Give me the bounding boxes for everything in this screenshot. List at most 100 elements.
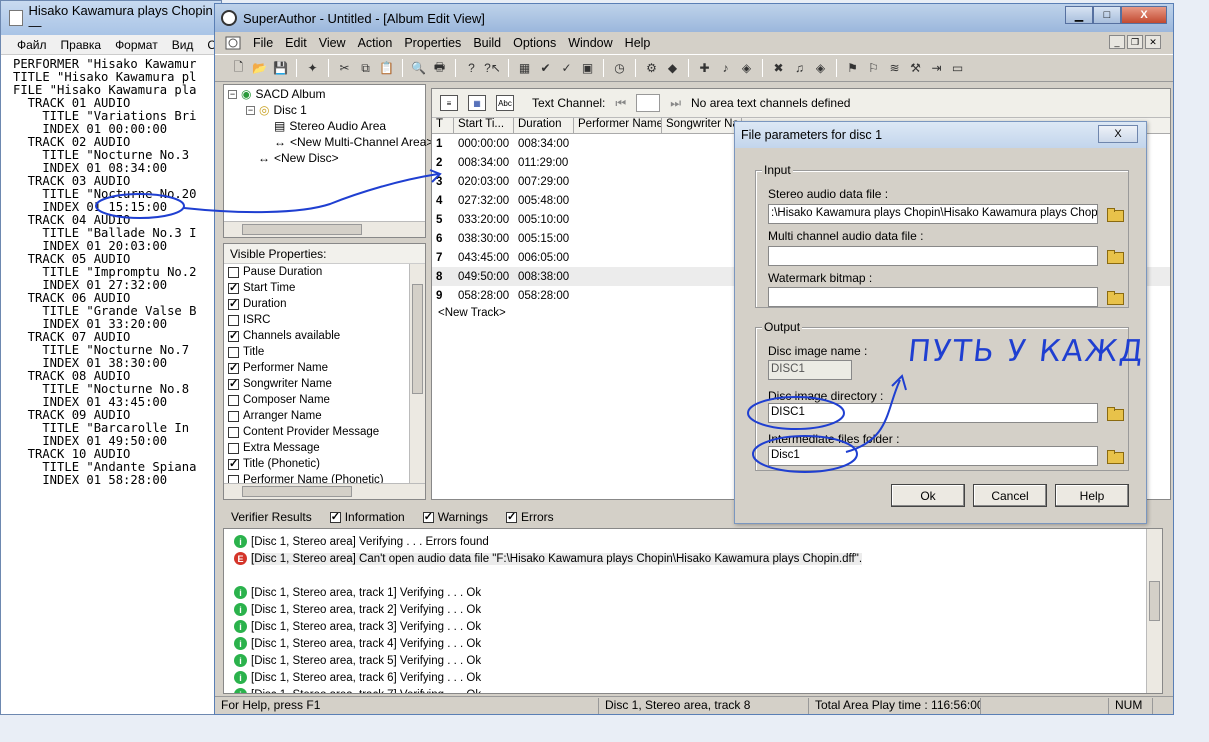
menu-help[interactable]: Help bbox=[619, 36, 657, 50]
verifier-line[interactable]: i [Disc 1, Stereo area, track 3] Verifyin… bbox=[224, 618, 1162, 635]
warnings-checkbox[interactable] bbox=[422, 510, 434, 523]
col-header-track[interactable]: T bbox=[432, 118, 454, 133]
wand-icon[interactable]: ✦ bbox=[303, 59, 322, 78]
dialog-titlebar[interactable]: File parameters for disc 1 X bbox=[735, 122, 1146, 148]
index-edit-icon[interactable]: ⚐ bbox=[864, 59, 883, 78]
notepad-menu-file[interactable]: Файл bbox=[17, 38, 47, 52]
minimize-button[interactable]: ▁ bbox=[1065, 6, 1093, 24]
notepad-menu-edit[interactable]: Правка bbox=[61, 38, 102, 52]
maximize-button[interactable]: □ bbox=[1093, 6, 1121, 24]
menu-window[interactable]: Window bbox=[562, 36, 618, 50]
context-help-icon[interactable]: ?↖ bbox=[483, 59, 502, 78]
grid-view-icon[interactable]: ▦ bbox=[468, 95, 486, 111]
menu-action[interactable]: Action bbox=[352, 36, 399, 50]
notepad-text-area[interactable]: PERFORMER "Hisako Kawamur TITLE "Hisako K… bbox=[1, 55, 221, 705]
properties-vertical-scrollbar[interactable] bbox=[409, 264, 425, 483]
area-icon[interactable]: ◆ bbox=[663, 59, 682, 78]
mdi-minimize-button[interactable]: _ bbox=[1109, 35, 1125, 49]
property-checkbox[interactable] bbox=[228, 377, 239, 390]
check-icon[interactable]: ✓ bbox=[557, 59, 576, 78]
property-checkbox[interactable] bbox=[228, 394, 239, 406]
folder-icon[interactable]: ▭ bbox=[948, 59, 967, 78]
verifier-line[interactable]: i [Disc 1, Stereo area, track 4] Verifyin… bbox=[224, 635, 1162, 652]
property-checkbox[interactable] bbox=[228, 361, 239, 374]
text-channel-field[interactable] bbox=[636, 94, 661, 112]
help-button[interactable]: Help bbox=[1055, 484, 1129, 507]
filter-warnings[interactable]: Warnings bbox=[422, 510, 488, 524]
track-insert-icon[interactable]: ♪ bbox=[716, 59, 735, 78]
notepad-titlebar[interactable]: Hisako Kawamura plays Chopin — bbox=[1, 1, 221, 35]
multichannel-file-input[interactable] bbox=[768, 246, 1098, 266]
browse-multichannel-folder-icon[interactable] bbox=[1106, 248, 1124, 264]
notepad-menu-view[interactable]: Вид bbox=[172, 38, 194, 52]
verifier-line[interactable]: i [Disc 1, Stereo area, track 2] Verifyin… bbox=[224, 601, 1162, 618]
paste-icon[interactable]: 📋 bbox=[377, 59, 396, 78]
index-delete-icon[interactable]: ≋ bbox=[885, 59, 904, 78]
property-checkbox[interactable] bbox=[228, 266, 239, 278]
property-item[interactable]: Title (Phonetic) bbox=[224, 456, 425, 472]
track-merge-icon[interactable]: ◈ bbox=[811, 59, 830, 78]
property-checkbox[interactable] bbox=[228, 297, 239, 310]
help-icon[interactable]: ? bbox=[462, 59, 481, 78]
property-checkbox[interactable] bbox=[228, 314, 239, 326]
tree-item-stereo-area[interactable]: ▤ Stereo Audio Area bbox=[274, 119, 386, 133]
track-move-icon[interactable]: ◈ bbox=[737, 59, 756, 78]
property-checkbox[interactable] bbox=[228, 426, 239, 438]
collapse-icon[interactable]: − bbox=[246, 105, 255, 115]
property-checkbox[interactable] bbox=[228, 281, 239, 294]
build-icon[interactable]: ▣ bbox=[578, 59, 597, 78]
col-header-duration[interactable]: Duration bbox=[514, 118, 574, 133]
property-item[interactable]: Songwriter Name bbox=[224, 376, 425, 392]
dialog-close-button[interactable]: X bbox=[1098, 125, 1138, 143]
tree-item-disc-1[interactable]: − ◎ Disc 1 bbox=[246, 103, 307, 117]
verifier-scrollbar[interactable] bbox=[1146, 529, 1162, 693]
property-checkbox[interactable] bbox=[228, 346, 239, 358]
main-titlebar[interactable]: SuperAuthor - Untitled - [Album Edit Vie… bbox=[215, 4, 1173, 32]
notepad-menu-format[interactable]: Формат bbox=[115, 38, 158, 52]
tree-item-new-disc[interactable]: ↔ <New Disc> bbox=[258, 151, 339, 165]
new-icon[interactable]: 🗋 bbox=[229, 59, 248, 78]
next-channel-icon[interactable]: ⏭ bbox=[670, 96, 681, 111]
menu-properties[interactable]: Properties bbox=[398, 36, 467, 50]
grid-icon[interactable]: ▦ bbox=[515, 59, 534, 78]
track-split-icon[interactable]: ♫ bbox=[790, 59, 809, 78]
intermediate-folder-input[interactable]: Disc1 bbox=[768, 446, 1098, 466]
filter-errors[interactable]: Errors bbox=[505, 510, 554, 524]
open-icon[interactable]: 📂 bbox=[250, 59, 269, 78]
mdi-restore-button[interactable]: ❐ bbox=[1127, 35, 1143, 49]
clock-icon[interactable]: ◷ bbox=[610, 59, 629, 78]
property-item[interactable]: Start Time bbox=[224, 280, 425, 296]
marker-icon[interactable]: ⇥ bbox=[927, 59, 946, 78]
tree-item-new-multichannel[interactable]: ↔ <New Multi-Channel Area> bbox=[274, 135, 433, 149]
property-item[interactable]: Title bbox=[224, 344, 425, 360]
property-checkbox[interactable] bbox=[228, 442, 239, 454]
album-tree[interactable]: − ◉ SACD Album − ◎ Disc 1 ▤ Stereo Audio… bbox=[223, 84, 433, 238]
verifier-line[interactable]: i [Disc 1, Stereo area, track 1] Verifyin… bbox=[224, 584, 1162, 601]
prev-channel-icon[interactable]: ⏮ bbox=[615, 96, 626, 111]
watermark-input[interactable] bbox=[768, 287, 1098, 307]
property-item[interactable]: Content Provider Message bbox=[224, 424, 425, 440]
information-checkbox[interactable] bbox=[329, 510, 341, 523]
close-button[interactable]: X bbox=[1121, 6, 1167, 24]
copy-icon[interactable]: ⧉ bbox=[356, 59, 375, 78]
property-checkbox[interactable] bbox=[228, 410, 239, 422]
property-item[interactable]: Pause Duration bbox=[224, 264, 425, 280]
verifier-line[interactable]: i [Disc 1, Stereo area, track 7] Verifyin… bbox=[224, 686, 1162, 693]
track-add-icon[interactable]: ✚ bbox=[695, 59, 714, 78]
menu-view[interactable]: View bbox=[313, 36, 352, 50]
menu-edit[interactable]: Edit bbox=[279, 36, 313, 50]
property-item[interactable]: Composer Name bbox=[224, 392, 425, 408]
browse-image-directory-folder-icon[interactable] bbox=[1106, 405, 1124, 421]
property-item[interactable]: Performer Name bbox=[224, 360, 425, 376]
list-view-icon[interactable]: ≡ bbox=[440, 95, 458, 111]
stereo-file-input[interactable]: :\Hisako Kawamura plays Chopin\Hisako Ka… bbox=[768, 204, 1098, 224]
menu-file[interactable]: File bbox=[247, 36, 279, 50]
verifier-line[interactable]: i [Disc 1, Stereo area, track 6] Verifyin… bbox=[224, 669, 1162, 686]
mdi-close-button[interactable]: ✕ bbox=[1145, 35, 1161, 49]
cut-icon[interactable]: ✂ bbox=[335, 59, 354, 78]
verifier-line[interactable]: E [Disc 1, Stereo area] Can't open audio … bbox=[224, 550, 1162, 567]
print-icon[interactable]: 🖶 bbox=[430, 59, 449, 78]
collapse-icon[interactable]: − bbox=[228, 89, 237, 99]
tree-horizontal-scrollbar[interactable] bbox=[224, 221, 425, 237]
property-item[interactable]: Duration bbox=[224, 296, 425, 312]
